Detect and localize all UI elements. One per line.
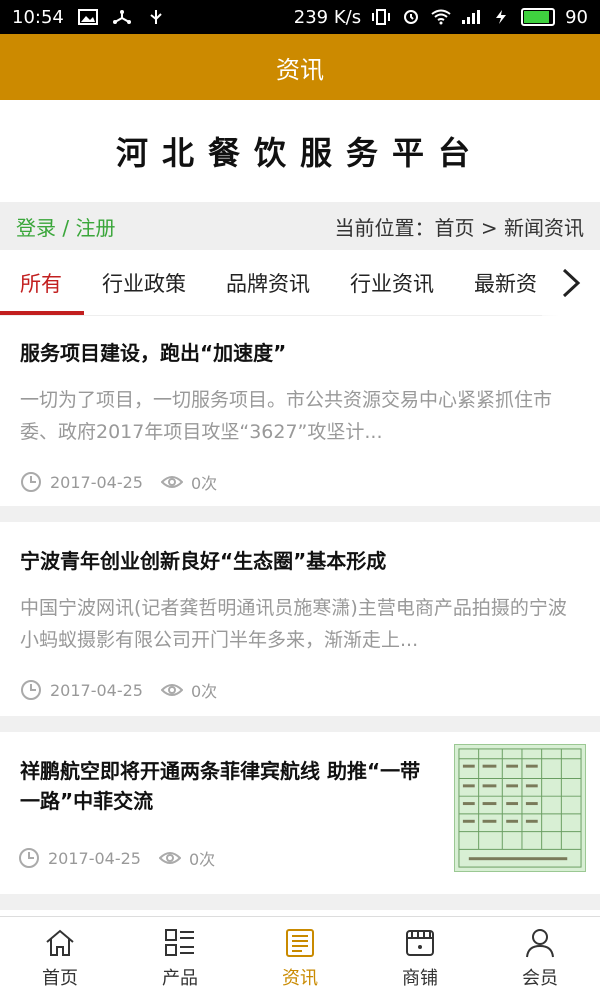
clock-icon — [21, 472, 41, 492]
battery-level: 90 — [565, 6, 588, 28]
article-list: 服务项目建设，跑出“加速度” 一切为了项目，一切服务项目。市公共资源交易中心紧紧… — [0, 316, 600, 910]
wifi-icon — [431, 9, 451, 25]
clock-icon — [19, 848, 39, 868]
nav-label: 资讯 — [282, 967, 318, 989]
shop-icon — [406, 929, 434, 956]
product-grid-icon — [165, 928, 194, 956]
news-icon — [286, 928, 314, 957]
eye-icon — [158, 852, 181, 864]
eye-icon — [160, 684, 183, 696]
page-title: 资讯 — [276, 55, 324, 84]
list-item[interactable]: 祥鹏航空即将开通两条菲律宾航线 助推“一带一路”中菲交流 2017-04-25 … — [0, 732, 600, 910]
category-tabs: 所有 行业政策 品牌资讯 行业资讯 最新资 — [0, 250, 600, 316]
tab-brand-news[interactable]: 品牌资讯 — [206, 250, 330, 315]
login-register-link[interactable]: 登录 / 注册 — [16, 212, 115, 241]
article-summary: 一切为了项目，一切服务项目。市公共资源交易中心紧紧抓住市委、政府2017年项目攻… — [20, 389, 553, 443]
nav-member[interactable]: 会员 — [480, 917, 600, 1000]
network-speed: 239 K/s — [293, 6, 362, 28]
tab-industry-news[interactable]: 行业资讯 — [330, 250, 454, 315]
view-count: 0次 — [190, 474, 218, 493]
breadcrumb-bar: 登录 / 注册 当前位置：首页 > 新闻资讯 — [0, 202, 600, 250]
tabs-next-button[interactable] — [542, 250, 600, 316]
breadcrumb: 当前位置：首页 > 新闻资讯 — [334, 215, 584, 240]
nav-label: 商铺 — [402, 967, 438, 989]
usb-icon — [150, 10, 162, 24]
eye-icon — [160, 476, 183, 488]
battery-icon — [521, 8, 556, 26]
article-thumbnail[interactable] — [454, 744, 586, 872]
article-views: 0次 — [158, 846, 216, 870]
home-icon — [46, 929, 74, 956]
bottom-nav: 首页 产品 资讯 商铺 会员 — [0, 916, 600, 1000]
view-count: 0次 — [188, 850, 216, 869]
article-date: 2017-04-25 — [48, 848, 141, 868]
header-bar: 资讯 — [0, 34, 600, 100]
alarm-icon — [404, 10, 419, 24]
tab-industry-policy[interactable]: 行业政策 — [82, 250, 206, 315]
status-bar: 10:54 239 K/s 90 — [0, 0, 600, 34]
nav-label: 产品 — [162, 967, 198, 989]
vibrate-icon — [372, 9, 391, 25]
article-title[interactable]: 宁波青年创业创新良好“生态圈”基本形成 — [20, 546, 580, 576]
status-time: 10:54 — [12, 6, 64, 28]
article-summary: 中国宁波网讯(记者龚哲明通讯员施寒潇)主营电商产品拍摄的宁波小蚂蚁摄影有限公司开… — [20, 597, 567, 651]
article-date: 2017-04-25 — [50, 680, 143, 700]
share-icon — [112, 10, 131, 24]
article-views: 0次 — [160, 470, 218, 494]
charging-icon — [496, 10, 507, 24]
image-icon — [77, 9, 98, 25]
article-title[interactable]: 祥鹏航空即将开通两条菲律宾航线 助推“一带一路”中菲交流 — [20, 756, 430, 816]
article-date: 2017-04-25 — [50, 472, 143, 492]
view-count: 0次 — [190, 682, 218, 701]
site-logo: 河北餐饮服务平台 — [115, 134, 484, 172]
list-item[interactable]: 服务项目建设，跑出“加速度” 一切为了项目，一切服务项目。市公共资源交易中心紧紧… — [0, 316, 600, 522]
nav-shops[interactable]: 商铺 — [360, 917, 480, 1000]
article-views: 0次 — [160, 678, 218, 702]
article-meta: 2017-04-25 0次 — [20, 470, 580, 494]
nav-news[interactable]: 资讯 — [240, 917, 360, 1000]
nav-label: 会员 — [522, 967, 558, 989]
nav-products[interactable]: 产品 — [120, 917, 240, 1000]
article-meta: 2017-04-25 0次 — [20, 678, 580, 702]
nav-home[interactable]: 首页 — [0, 917, 120, 1000]
tab-all[interactable]: 所有 — [0, 250, 84, 315]
article-meta: 2017-04-25 0次 — [18, 846, 215, 870]
clock-icon — [21, 680, 41, 700]
member-icon — [526, 928, 554, 957]
list-item[interactable]: 宁波青年创业创新良好“生态圈”基本形成 中国宁波网讯(记者龚哲明通讯员施寒潇)主… — [0, 522, 600, 732]
site-banner: 河北餐饮服务平台 — [0, 100, 600, 202]
chevron-right-icon — [562, 268, 581, 298]
nav-label: 首页 — [42, 967, 78, 989]
article-title[interactable]: 服务项目建设，跑出“加速度” — [20, 338, 580, 368]
signal-icon — [462, 10, 481, 24]
